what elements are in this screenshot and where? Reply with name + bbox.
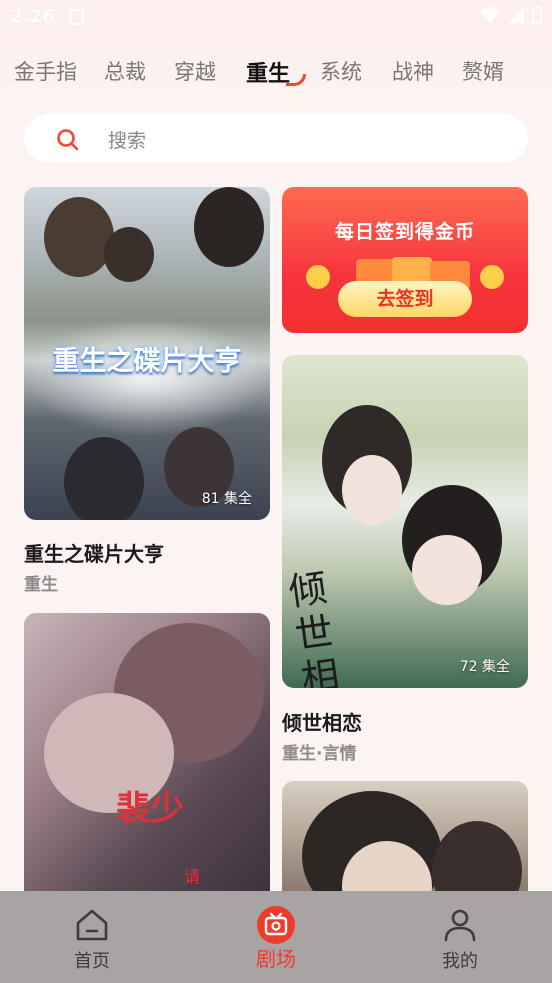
- nav-theater[interactable]: 剧场: [184, 891, 368, 983]
- nav-label: 我的: [442, 951, 478, 972]
- profile-icon: [444, 909, 476, 942]
- tab-zongcai[interactable]: 总裁: [104, 56, 146, 86]
- checkin-button[interactable]: 去签到: [338, 281, 472, 317]
- nav-home[interactable]: 首页: [0, 891, 184, 983]
- banner-title: 每日签到得金币: [334, 221, 475, 243]
- card-tag: 重生·言情: [282, 744, 357, 764]
- poster-title: 裴少: [116, 789, 184, 829]
- poster-figure: [64, 437, 144, 520]
- episode-count: 72 集全: [459, 659, 510, 675]
- theater-icon: [257, 906, 295, 944]
- tab-zhanshen[interactable]: 战神: [392, 56, 434, 86]
- search-placeholder: 搜索: [108, 130, 147, 152]
- tab-chuanyue[interactable]: 穿越: [174, 56, 216, 86]
- nav-label: 首页: [74, 951, 110, 972]
- tab-zhuixu[interactable]: 赘婿: [462, 56, 504, 86]
- poster-figure: [44, 197, 114, 277]
- category-tabs: 金手指 总裁 穿越 重生 系统 战神 赘婿: [0, 36, 552, 108]
- status-bar: 2:26: [0, 0, 552, 36]
- card-tag: 重生: [24, 575, 58, 595]
- tab-xitong[interactable]: 系统: [320, 56, 362, 86]
- nav-label: 剧场: [256, 947, 296, 971]
- battery-icon: [532, 6, 542, 24]
- poster-title: 倾世相恋: [286, 565, 343, 688]
- card-title[interactable]: 重生之碟片大亨: [24, 538, 164, 567]
- poster-title: 重生之碟片大亨: [52, 346, 242, 377]
- status-time: 2:26: [10, 6, 55, 27]
- drama-poster-2[interactable]: 倾世相恋 72 集全: [282, 355, 528, 688]
- poster-figure: [104, 227, 154, 282]
- poster-figure: [194, 187, 264, 267]
- search-bar[interactable]: 搜索: [24, 114, 528, 162]
- bottom-nav: 首页 剧场 我的: [0, 891, 552, 983]
- search-icon: [57, 129, 79, 151]
- tab-jinshouzhi[interactable]: 金手指: [14, 56, 77, 86]
- signal-icon: [508, 7, 524, 23]
- checkin-banner[interactable]: 每日签到得金币 去签到: [282, 187, 528, 333]
- poster-face: [412, 535, 482, 605]
- drama-poster-3[interactable]: 裴少 请: [24, 613, 270, 913]
- poster-face: [342, 455, 402, 525]
- status-icons: [480, 6, 542, 24]
- tab-chongsheng[interactable]: 重生: [246, 56, 290, 88]
- notification-icon: [70, 9, 84, 25]
- wifi-icon: [480, 7, 500, 23]
- nav-profile[interactable]: 我的: [368, 891, 552, 983]
- episode-count: 81 集全: [201, 491, 252, 507]
- poster-subtitle: 请: [184, 867, 201, 886]
- card-title[interactable]: 倾世相恋: [282, 707, 362, 736]
- home-icon: [76, 909, 108, 941]
- drama-poster-1[interactable]: 重生之碟片大亨 81 集全: [24, 187, 270, 520]
